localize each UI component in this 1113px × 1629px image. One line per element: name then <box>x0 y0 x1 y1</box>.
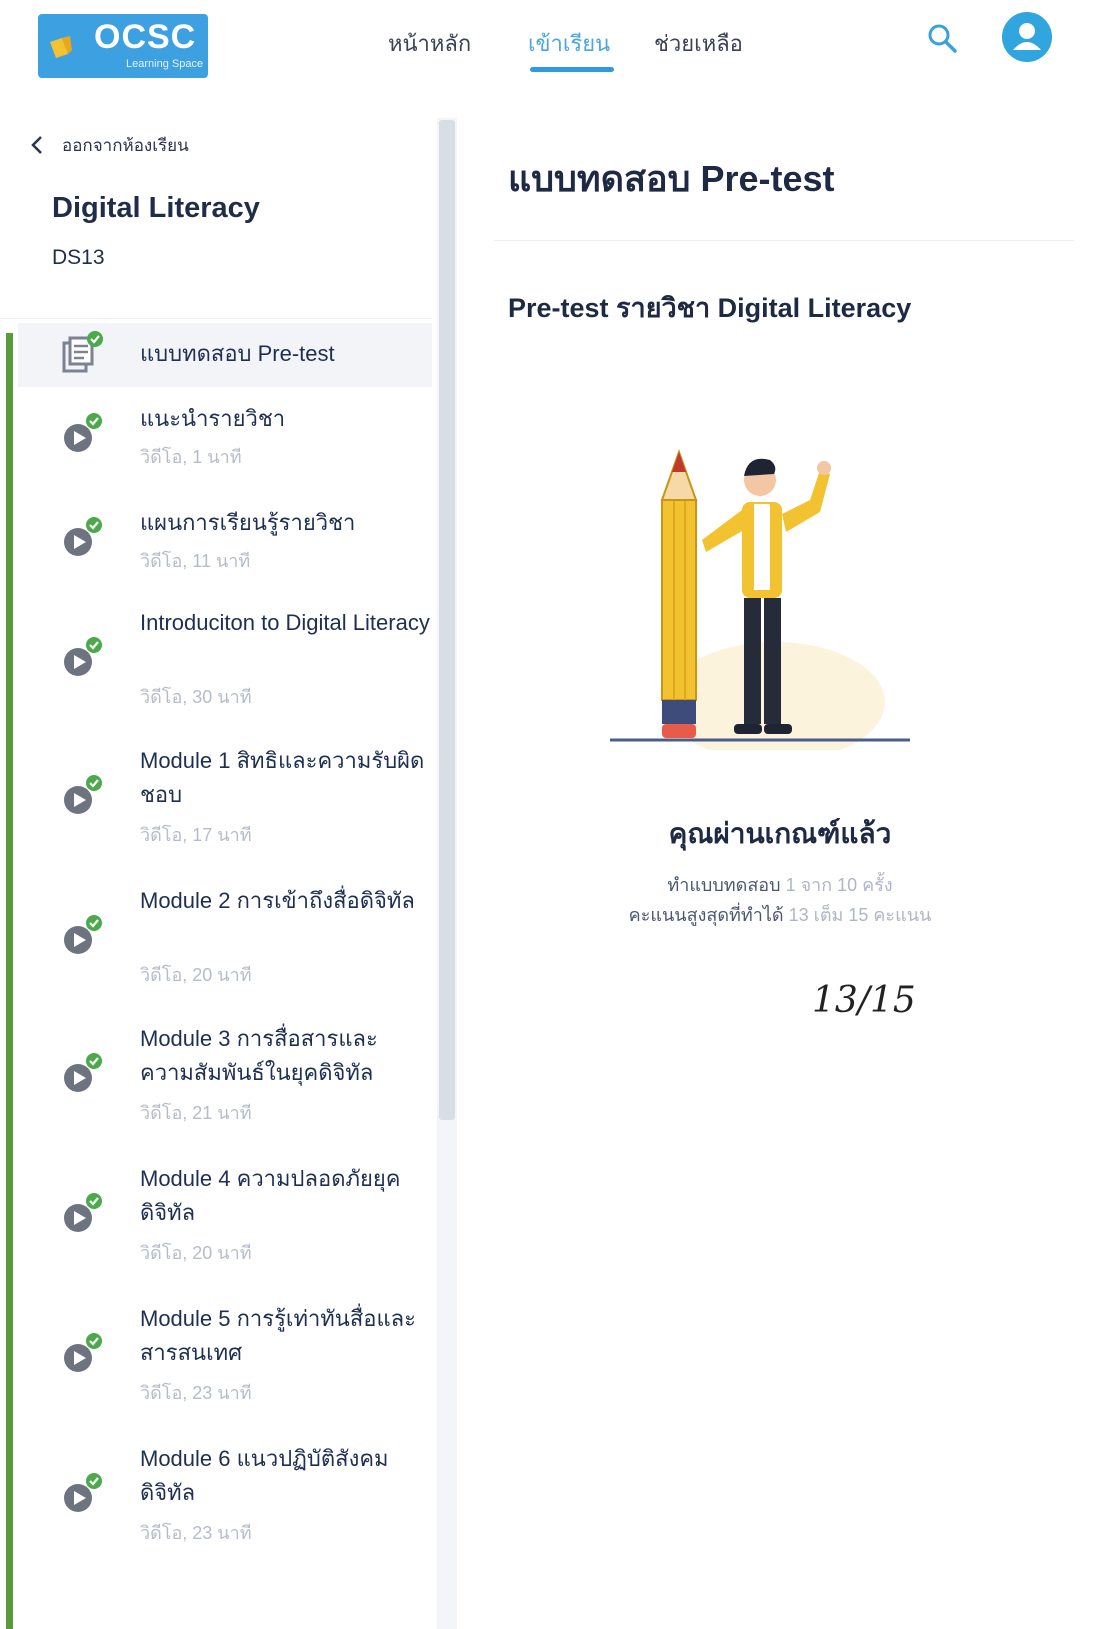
nav-active-indicator <box>530 67 614 72</box>
lesson-title: Introduciton to Digital Literacy <box>140 610 430 635</box>
book-logo-icon <box>50 36 72 58</box>
student-with-pencil-illustration <box>610 449 910 750</box>
lesson-item-module-6[interactable]: Module 6 แนวปฏิบัติสังคมดิจิทัล วิดีโอ, … <box>18 1440 432 1560</box>
lesson-duration: วิดีโอ, 20 นาที <box>140 1243 252 1263</box>
video-play-icon <box>64 413 102 452</box>
quiz-title: Pre-test รายวิชา Digital Literacy <box>508 293 912 323</box>
logo-subtext: Learning Space <box>126 58 204 70</box>
lesson-duration: วิดีโอ, 23 นาที <box>140 1383 252 1403</box>
nav-home[interactable]: หน้าหลัก <box>388 26 471 61</box>
lesson-title: Module 4 ความปลอดภัยยุคดิจิทัล <box>140 1166 401 1225</box>
handwritten-score-note: 13/15 <box>812 980 916 1021</box>
lesson-title: Module 5 การรู้เท่าทันสื่อและสารสนเทศ <box>140 1306 416 1365</box>
result-title: คุณผ่านเกณฑ์แล้ว <box>668 818 892 849</box>
video-play-icon <box>64 637 102 676</box>
logo-text: OCSC <box>94 18 197 56</box>
title-divider <box>494 240 1074 241</box>
lesson-item-module-1[interactable]: Module 1 สิทธิและความรับผิดชอบ วิดีโอ, 1… <box>18 742 432 862</box>
lesson-title: Module 6 แนวปฏิบัติสังคมดิจิทัล <box>140 1446 389 1505</box>
lesson-item-pretest[interactable]: แบบทดสอบ Pre-test <box>18 323 432 387</box>
sidebar-scrollbar-thumb[interactable] <box>439 120 455 1120</box>
lesson-duration: วิดีโอ, 11 นาที <box>140 551 251 571</box>
video-play-icon <box>64 517 102 556</box>
video-play-icon <box>64 915 102 954</box>
lesson-title: Module 3 การสื่อสารและความสัมพันธ์ในยุคด… <box>140 1026 378 1085</box>
attempts-value: 1 จาก 10 ครั้ง <box>785 875 893 895</box>
ocsc-logo[interactable]: OCSC Learning Space <box>38 14 208 78</box>
user-avatar[interactable] <box>1002 12 1052 62</box>
lesson-item-module-5[interactable]: Module 5 การรู้เท่าทันสื่อและสารสนเทศ วิ… <box>18 1300 432 1420</box>
chevron-left-icon <box>31 136 42 154</box>
page-title: แบบทดสอบ Pre-test <box>508 158 835 199</box>
lesson-item-plan[interactable]: แผนการเรียนรู้รายวิชา วิดีโอ, 11 นาที <box>18 502 432 592</box>
video-play-icon <box>64 1333 102 1372</box>
lesson-duration: วิดีโอ, 20 นาที <box>140 965 252 985</box>
score-value: 13 เต็ม 15 คะแนน <box>788 905 932 925</box>
lesson-title: Module 1 สิทธิและความรับผิดชอบ <box>140 748 425 807</box>
nav-classroom[interactable]: เข้าเรียน <box>528 26 610 61</box>
lesson-title: แบบทดสอบ Pre-test <box>140 341 335 366</box>
lesson-duration: วิดีโอ, 30 นาที <box>140 687 252 707</box>
lesson-title: แนะนำรายวิชา <box>140 406 286 431</box>
leave-classroom-link[interactable]: ออกจากห้องเรียน <box>30 130 189 160</box>
score-label: คะแนนสูงสุดที่ทำได้ <box>628 905 784 925</box>
lesson-duration: วิดีโอ, 23 นาที <box>140 1523 252 1543</box>
sidebar-divider <box>0 318 432 319</box>
video-play-icon <box>64 775 102 814</box>
lesson-item-module-3[interactable]: Module 3 การสื่อสารและความสัมพันธ์ในยุคด… <box>18 1020 432 1140</box>
main-content <box>460 100 1113 1629</box>
score-line: คะแนนสูงสุดที่ทำได้ 13 เต็ม 15 คะแนน <box>560 900 1000 929</box>
quiz-document-icon <box>62 331 103 373</box>
course-progress-bar <box>6 333 13 1629</box>
lesson-title: Module 2 การเข้าถึงสื่อดิจิทัล <box>140 888 415 913</box>
course-title: Digital Literacy <box>52 192 260 224</box>
lesson-item-module-4[interactable]: Module 4 ความปลอดภัยยุคดิจิทัล วิดีโอ, 2… <box>18 1160 432 1280</box>
lesson-item-module-2[interactable]: Module 2 การเข้าถึงสื่อดิจิทัล วิดีโอ, 2… <box>18 882 432 1002</box>
lesson-duration: วิดีโอ, 17 นาที <box>140 825 252 845</box>
video-play-icon <box>64 1193 102 1232</box>
leave-classroom-label: ออกจากห้องเรียน <box>62 135 189 155</box>
lesson-item-introduction[interactable]: Introduciton to Digital Literacy วิดีโอ,… <box>18 604 432 724</box>
top-header: OCSC Learning Space หน้าหลัก เข้าเรียน ช… <box>0 0 1113 96</box>
lesson-item-intro[interactable]: แนะนำรายวิชา วิดีโอ, 1 นาที <box>18 398 432 488</box>
attempts-line: ทำแบบทดสอบ 1 จาก 10 ครั้ง <box>560 870 1000 899</box>
search-icon[interactable] <box>926 22 958 54</box>
user-icon <box>1013 23 1041 50</box>
course-code: DS13 <box>52 246 105 269</box>
nav-help[interactable]: ช่วยเหลือ <box>654 26 743 61</box>
lesson-duration: วิดีโอ, 21 นาที <box>140 1103 252 1123</box>
lesson-duration: วิดีโอ, 1 นาที <box>140 447 242 467</box>
video-play-icon <box>64 1053 102 1092</box>
lesson-title: แผนการเรียนรู้รายวิชา <box>140 510 356 535</box>
attempts-label: ทำแบบทดสอบ <box>667 875 781 895</box>
video-play-icon <box>64 1473 102 1512</box>
